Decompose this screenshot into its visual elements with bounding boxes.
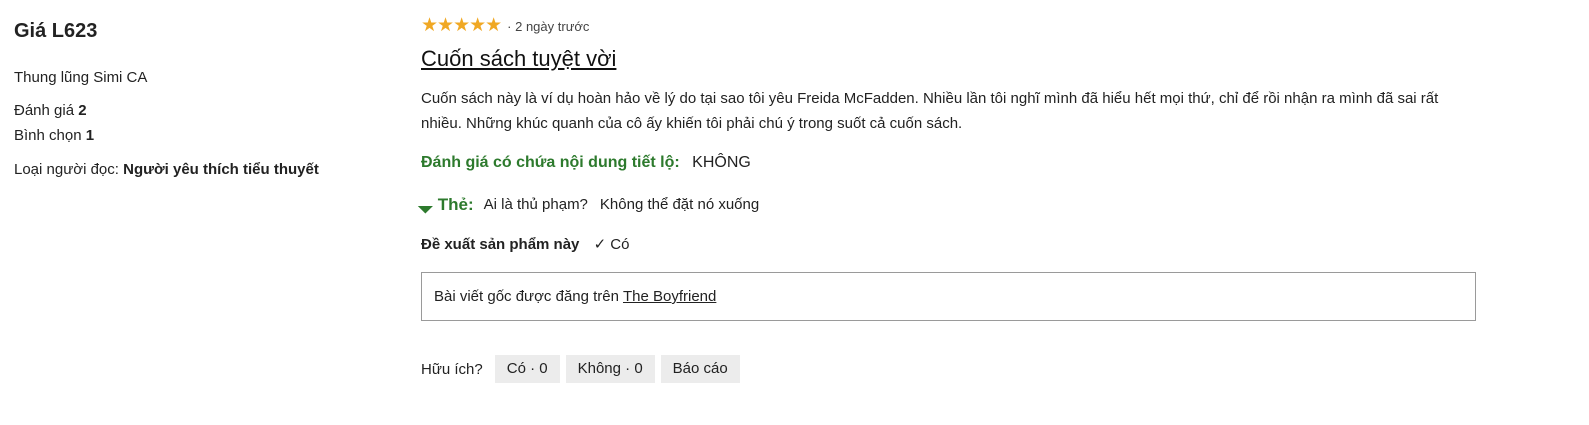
report-button[interactable]: Báo cáo bbox=[660, 355, 740, 383]
reviewer-panel: Giá L623 Thung lũng Simi CA Đánh giá 2 B… bbox=[14, 18, 394, 180]
reader-type: Loại người đọc: Người yêu thích tiểu thu… bbox=[14, 160, 394, 180]
reader-type-label: Loại người đọc: bbox=[14, 161, 119, 178]
tags-row: ◢ Thẻ: Ai là thủ phạm? Không thể đặt nó … bbox=[417, 194, 1476, 216]
review-meta: ★★★★★ · 2 ngày trước bbox=[421, 14, 1476, 38]
reviewer-name[interactable]: Giá L623 bbox=[14, 18, 394, 44]
spoiler-row: Đánh giá có chứa nội dung tiết lộ: KHÔNG bbox=[421, 152, 1476, 174]
reviews-count: 2 bbox=[78, 102, 87, 119]
tags-label: Thẻ: bbox=[437, 195, 474, 214]
helpful-no-button[interactable]: Không · 0 bbox=[565, 355, 655, 383]
recommend-label: Đề xuất sản phẩm này bbox=[421, 236, 580, 253]
review-time: · 2 ngày trước bbox=[507, 18, 590, 34]
recommend-value: ✓ Có bbox=[593, 236, 630, 253]
helpful-label: Hữu ích? bbox=[421, 360, 483, 378]
votes-count: 1 bbox=[85, 127, 95, 144]
origin-text: Bài viết gốc được đăng trên bbox=[434, 288, 619, 305]
helpful-yes-button[interactable]: Có · 0 bbox=[494, 355, 560, 383]
star-rating: ★★★★★ bbox=[421, 15, 502, 36]
tag-item[interactable]: Ai là thủ phạm? bbox=[484, 194, 588, 216]
helpful-row: Hữu ích? Có · 0 Không · 0 Báo cáo bbox=[421, 355, 1476, 383]
tag-icon: ◢ bbox=[416, 195, 436, 215]
reviews-stat: Đánh giá 2 bbox=[14, 98, 394, 123]
recommend-row: Đề xuất sản phẩm này ✓ Có bbox=[421, 234, 1476, 256]
review-title[interactable]: Cuốn sách tuyệt vời bbox=[421, 44, 616, 74]
reviews-label: Đánh giá bbox=[14, 102, 75, 119]
spoiler-label: Đánh giá có chứa nội dung tiết lộ: bbox=[421, 154, 680, 171]
reader-type-value: Người yêu thích tiểu thuyết bbox=[123, 161, 319, 178]
spoiler-value: KHÔNG bbox=[692, 154, 751, 171]
tag-item[interactable]: Không thể đặt nó xuống bbox=[600, 194, 759, 216]
review-body: Cuốn sách này là ví dụ hoàn hảo về lý do… bbox=[421, 90, 1439, 132]
origin-box: Bài viết gốc được đăng trên The Boyfrien… bbox=[421, 272, 1476, 321]
votes-stat: Bình chọn 1 bbox=[14, 123, 394, 148]
origin-link[interactable]: The Boyfriend bbox=[623, 288, 716, 305]
review-panel: ★★★★★ · 2 ngày trước Cuốn sách tuyệt vời… bbox=[417, 14, 1476, 383]
votes-label: Bình chọn bbox=[14, 127, 82, 144]
reviewer-location: Thung lũng Simi CA bbox=[14, 69, 148, 86]
